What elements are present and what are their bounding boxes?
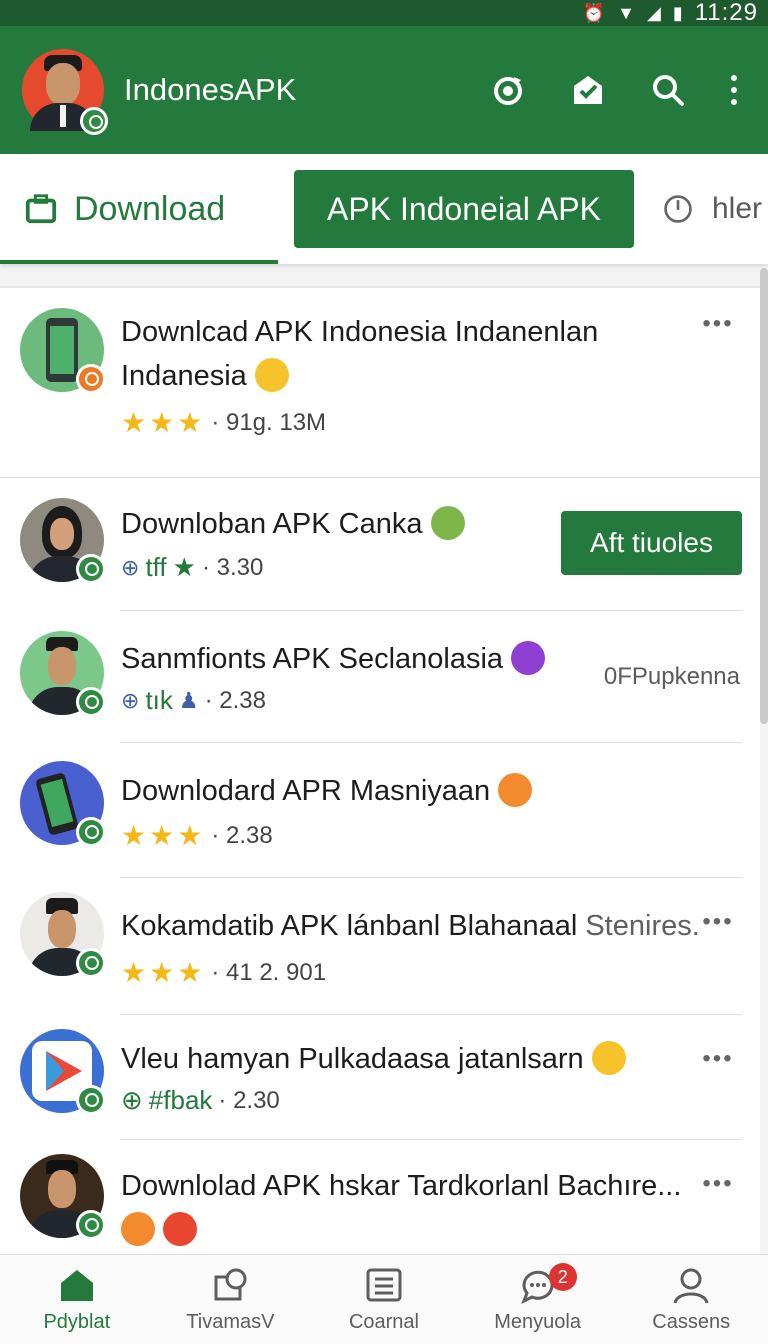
app-bar: IndonesAPK [0, 26, 768, 154]
verified-badge-icon [76, 948, 106, 978]
app-title: Downlcad APK Indonesia Indanenlan Indane… [121, 316, 599, 393]
nav-menyuola[interactable]: Menyuola 2 [461, 1255, 615, 1344]
verified-badge-icon [76, 1085, 106, 1115]
refresh-button[interactable] [482, 64, 534, 116]
devil-emoji-icon [498, 773, 533, 808]
badge-icon [76, 364, 106, 394]
smirk-emoji-icon [591, 1041, 626, 1076]
app-meta: ★★★ · 41 2. 901 [121, 957, 327, 988]
app-title: Kokamdatib APK lánbanl Blahanaal Stenire… [121, 910, 700, 942]
star-icon: ★ [172, 552, 196, 582]
g-icon: ⊕ [121, 1085, 143, 1115]
hand-emoji-icon [121, 1212, 155, 1247]
profile-icon [673, 1268, 709, 1304]
status-time: 11:29 [694, 0, 758, 26]
refresh-icon [494, 77, 522, 105]
search-button[interactable] [642, 64, 694, 116]
app-meta: ⊕ #fbak · 2.30 [121, 1085, 280, 1115]
app-meta: ⊕ tık ♟ · 2.38 [121, 685, 266, 715]
sparkle-emoji-icon [430, 506, 465, 541]
search-icon [653, 75, 684, 106]
app-meta: ★★★ · 2.38 [121, 820, 273, 851]
g-icon: ⊕ [121, 687, 140, 713]
app-title: Downlolad APK hskar Tardkorlanl Bachıre.… [121, 1164, 681, 1252]
tab-download[interactable]: Download [0, 154, 278, 264]
verified-badge-icon [76, 1210, 106, 1240]
user-avatar [20, 631, 106, 717]
list-item[interactable]: Downlcad APK Indonesia Indanenlan Indane… [0, 288, 760, 478]
verified-badge-icon [80, 107, 108, 135]
rating-stars-icon: ★★★ [121, 957, 206, 988]
nav-tivamasv[interactable]: TivamasV [154, 1255, 308, 1344]
devil-emoji-icon [163, 1212, 198, 1247]
signal-icon: ◢ [646, 3, 661, 23]
status-bar: ⏰ ▼ ◢ ▮ 11:29 [0, 0, 768, 26]
user-avatar [20, 1154, 106, 1240]
notification-badge: 2 [548, 1263, 577, 1291]
more-options-icon[interactable]: ••• [698, 312, 738, 336]
app-title: Vleu hamyan Pulkadaasa jatanlsarn [121, 1037, 626, 1081]
wifi-icon: ▼ [617, 3, 635, 23]
search-bubble-icon [214, 1268, 247, 1301]
developer-label: 0FPupkenna [603, 663, 740, 690]
tab-apk-indonesia[interactable]: APK Indoneial APK [294, 170, 634, 248]
scrollbar[interactable] [760, 268, 768, 724]
app-meta: ⊕ tff ★ · 3.30 [121, 552, 264, 582]
smile-emoji-icon [254, 358, 289, 393]
inbox-button[interactable] [562, 64, 614, 116]
app-list: Downlcad APK Indonesia Indanenlan Indane… [0, 286, 760, 1254]
alarm-icon: ⏰ [582, 3, 606, 23]
user-avatar [20, 498, 106, 584]
overflow-menu-button[interactable] [722, 64, 746, 116]
list-item[interactable]: Vleu hamyan Pulkadaasa jatanlsarn ⊕ #fba… [0, 1015, 760, 1140]
app-icon [20, 308, 106, 394]
bottom-nav: Pdyblat TivamasV Coarnal Menyuola 2 Cass… [0, 1254, 768, 1344]
list-icon [366, 1268, 402, 1302]
nav-coarnal[interactable]: Coarnal [307, 1255, 461, 1344]
people-icon: ♟ [178, 687, 199, 713]
devil-emoji-icon [511, 641, 546, 676]
app-title: IndonesAPK [124, 72, 297, 107]
more-vert-icon [731, 75, 737, 105]
nav-cassens[interactable]: Cassens [614, 1255, 768, 1344]
tab-bar: Download APK Indoneial APK hler [0, 154, 768, 264]
app-title: Downlodard APR Masniyaan [121, 769, 533, 813]
briefcase-icon [25, 194, 57, 224]
user-avatar [20, 892, 106, 978]
more-options-icon[interactable]: ••• [698, 1172, 738, 1196]
verified-badge-icon [76, 687, 106, 717]
g-icon: ⊕ [121, 554, 140, 580]
home-icon [60, 1270, 93, 1301]
verified-badge-icon [76, 817, 106, 847]
app-title: Sanmfionts APK Seclanolasia [121, 637, 546, 681]
tab-more-label: hler [712, 192, 763, 225]
list-item[interactable]: Downloban APK Canka ⊕ tff ★ · 3.30 Aft t… [0, 478, 760, 611]
more-options-icon[interactable]: ••• [698, 1047, 738, 1071]
list-item[interactable]: Kokamdatib APK lánbanl Blahanaal Stenire… [0, 878, 760, 1015]
more-options-icon[interactable]: ••• [698, 910, 738, 934]
app-meta: ★★★ · 91g. 13M [121, 407, 327, 438]
battery-icon: ▮ [672, 3, 683, 23]
nav-home[interactable]: Pdyblat [0, 1255, 154, 1344]
verified-badge-icon [76, 554, 106, 584]
app-title: Downloban APK Canka [121, 502, 465, 546]
rating-stars-icon: ★★★ [121, 820, 206, 851]
tab-download-label: Download [74, 189, 226, 228]
app-icon [20, 1029, 106, 1115]
profile-avatar[interactable] [22, 49, 108, 135]
tab-more[interactable]: hler [662, 192, 768, 226]
action-button[interactable]: Aft tiuoles [561, 511, 742, 575]
rating-stars-icon: ★★★ [121, 407, 206, 438]
app-icon [20, 761, 106, 847]
list-item[interactable]: Downlolad APK hskar Tardkorlanl Bachıre.… [0, 1140, 760, 1254]
list-item[interactable]: Sanmfionts APK Seclanolasia ⊕ tık ♟ · 2.… [0, 611, 760, 743]
list-item[interactable]: Downlodard APR Masniyaan ★★★ · 2.38 [0, 743, 760, 878]
inbox-icon [574, 76, 602, 104]
timer-icon [664, 195, 692, 223]
